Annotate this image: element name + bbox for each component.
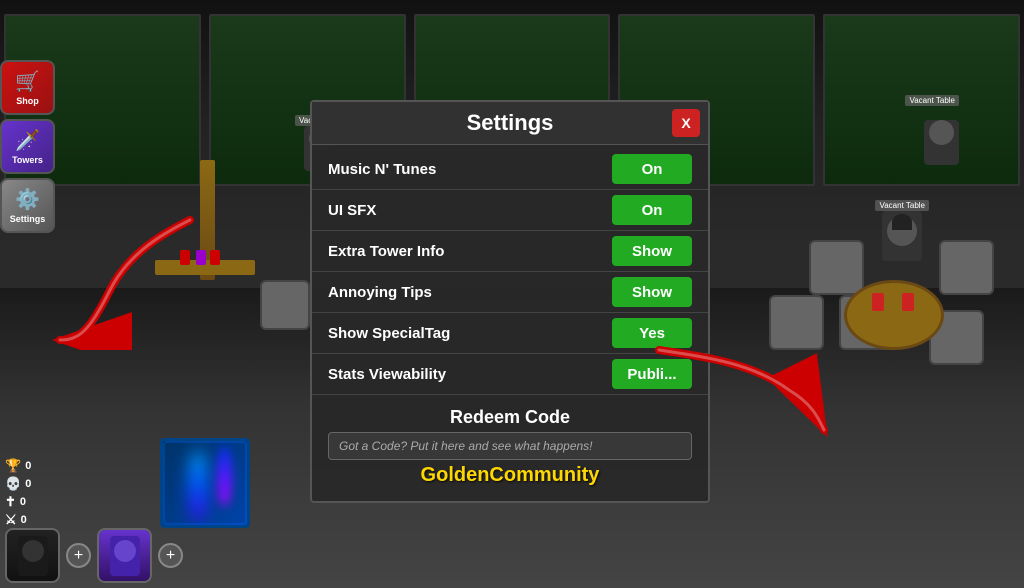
sfx-row: UI SFX On bbox=[312, 190, 708, 231]
chair-4 bbox=[939, 240, 994, 295]
annoying-tips-toggle[interactable]: Show bbox=[612, 277, 692, 307]
cup-red bbox=[872, 293, 884, 311]
nametag-top-right: Vacant Table bbox=[905, 95, 959, 106]
tower-info-toggle[interactable]: Show bbox=[612, 236, 692, 266]
shop-button[interactable]: 🛒 Shop bbox=[0, 60, 55, 115]
redeem-title: Redeem Code bbox=[328, 407, 692, 428]
special-tag-row: Show SpecialTag Yes bbox=[312, 313, 708, 354]
settings-rows: Music N' Tunes On UI SFX On Extra Tower … bbox=[312, 145, 708, 399]
shop-label: Shop bbox=[16, 96, 39, 106]
glowing-cube bbox=[160, 438, 250, 528]
trophy-stat: 🏆 0 bbox=[5, 458, 31, 474]
sfx-label: UI SFX bbox=[328, 202, 376, 219]
chair-left-1 bbox=[260, 280, 310, 330]
redeem-placeholder: Got a Code? Put it here and see what hap… bbox=[339, 439, 681, 453]
char-slot-1[interactable] bbox=[5, 528, 60, 583]
nametag-right: Vacant Table bbox=[875, 200, 929, 211]
redeem-section: Redeem Code Got a Code? Put it here and … bbox=[312, 399, 708, 491]
dialog-title: Settings bbox=[467, 110, 554, 136]
stats-label: Stats Viewability bbox=[328, 366, 446, 383]
sfx-toggle[interactable]: On bbox=[612, 195, 692, 225]
golden-code-display: GoldenCommunity bbox=[328, 464, 692, 487]
chair-3 bbox=[809, 240, 864, 295]
trophy-icon: 🏆 bbox=[5, 458, 21, 474]
character-slots: + + bbox=[5, 528, 183, 583]
skull-stat: 💀 0 bbox=[5, 476, 31, 492]
tower-info-label: Extra Tower Info bbox=[328, 243, 444, 260]
towers-button[interactable]: 🗡️ Towers bbox=[0, 119, 55, 174]
redeem-input-container[interactable]: Got a Code? Put it here and see what hap… bbox=[328, 432, 692, 460]
stats-hud: 🏆 0 💀 0 ✝ 0 ⚔ 0 bbox=[5, 458, 31, 528]
settings-icon: ⚙️ bbox=[15, 187, 40, 212]
annoying-tips-label: Annoying Tips bbox=[328, 284, 432, 301]
cross-value: 0 bbox=[20, 496, 26, 508]
towers-icon: 🗡️ bbox=[15, 128, 40, 153]
close-button[interactable]: X bbox=[672, 109, 700, 137]
char-add-btn-1[interactable]: + bbox=[66, 543, 91, 568]
towers-label: Towers bbox=[12, 155, 43, 165]
skull-value: 0 bbox=[25, 478, 31, 490]
stats-toggle[interactable]: Publi... bbox=[612, 359, 692, 389]
settings-button[interactable]: ⚙️ Settings bbox=[0, 178, 55, 233]
music-toggle[interactable]: On bbox=[612, 154, 692, 184]
cross-icon: ✝ bbox=[5, 494, 16, 510]
dialog-header: Settings X bbox=[312, 102, 708, 145]
npc-top-right bbox=[924, 120, 959, 165]
cup-left-3 bbox=[210, 250, 220, 265]
swords-stat: ⚔ 0 bbox=[5, 512, 31, 528]
cup-red-2 bbox=[902, 293, 914, 311]
cross-stat: ✝ 0 bbox=[5, 494, 31, 510]
npc-right: Vacant Table bbox=[875, 200, 929, 261]
music-label: Music N' Tunes bbox=[328, 161, 436, 178]
round-table-right bbox=[844, 280, 944, 350]
chair-1 bbox=[769, 295, 824, 350]
annoying-tips-row: Annoying Tips Show bbox=[312, 272, 708, 313]
trophy-value: 0 bbox=[25, 460, 31, 472]
swords-value: 0 bbox=[21, 514, 27, 526]
char-add-btn-2[interactable]: + bbox=[158, 543, 183, 568]
music-row: Music N' Tunes On bbox=[312, 149, 708, 190]
special-tag-toggle[interactable]: Yes bbox=[612, 318, 692, 348]
shop-icon: 🛒 bbox=[15, 69, 40, 94]
skull-icon: 💀 bbox=[5, 476, 21, 492]
tower-info-row: Extra Tower Info Show bbox=[312, 231, 708, 272]
stats-row: Stats Viewability Publi... bbox=[312, 354, 708, 395]
cup-left-2 bbox=[196, 250, 206, 265]
special-tag-label: Show SpecialTag bbox=[328, 325, 450, 342]
settings-dialog: Settings X Music N' Tunes On UI SFX On E… bbox=[310, 100, 710, 503]
settings-label: Settings bbox=[10, 214, 46, 224]
sidebar: 🛒 Shop 🗡️ Towers ⚙️ Settings bbox=[0, 60, 60, 233]
swords-icon: ⚔ bbox=[5, 512, 17, 528]
cup-left-1 bbox=[180, 250, 190, 265]
char-slot-2[interactable] bbox=[97, 528, 152, 583]
